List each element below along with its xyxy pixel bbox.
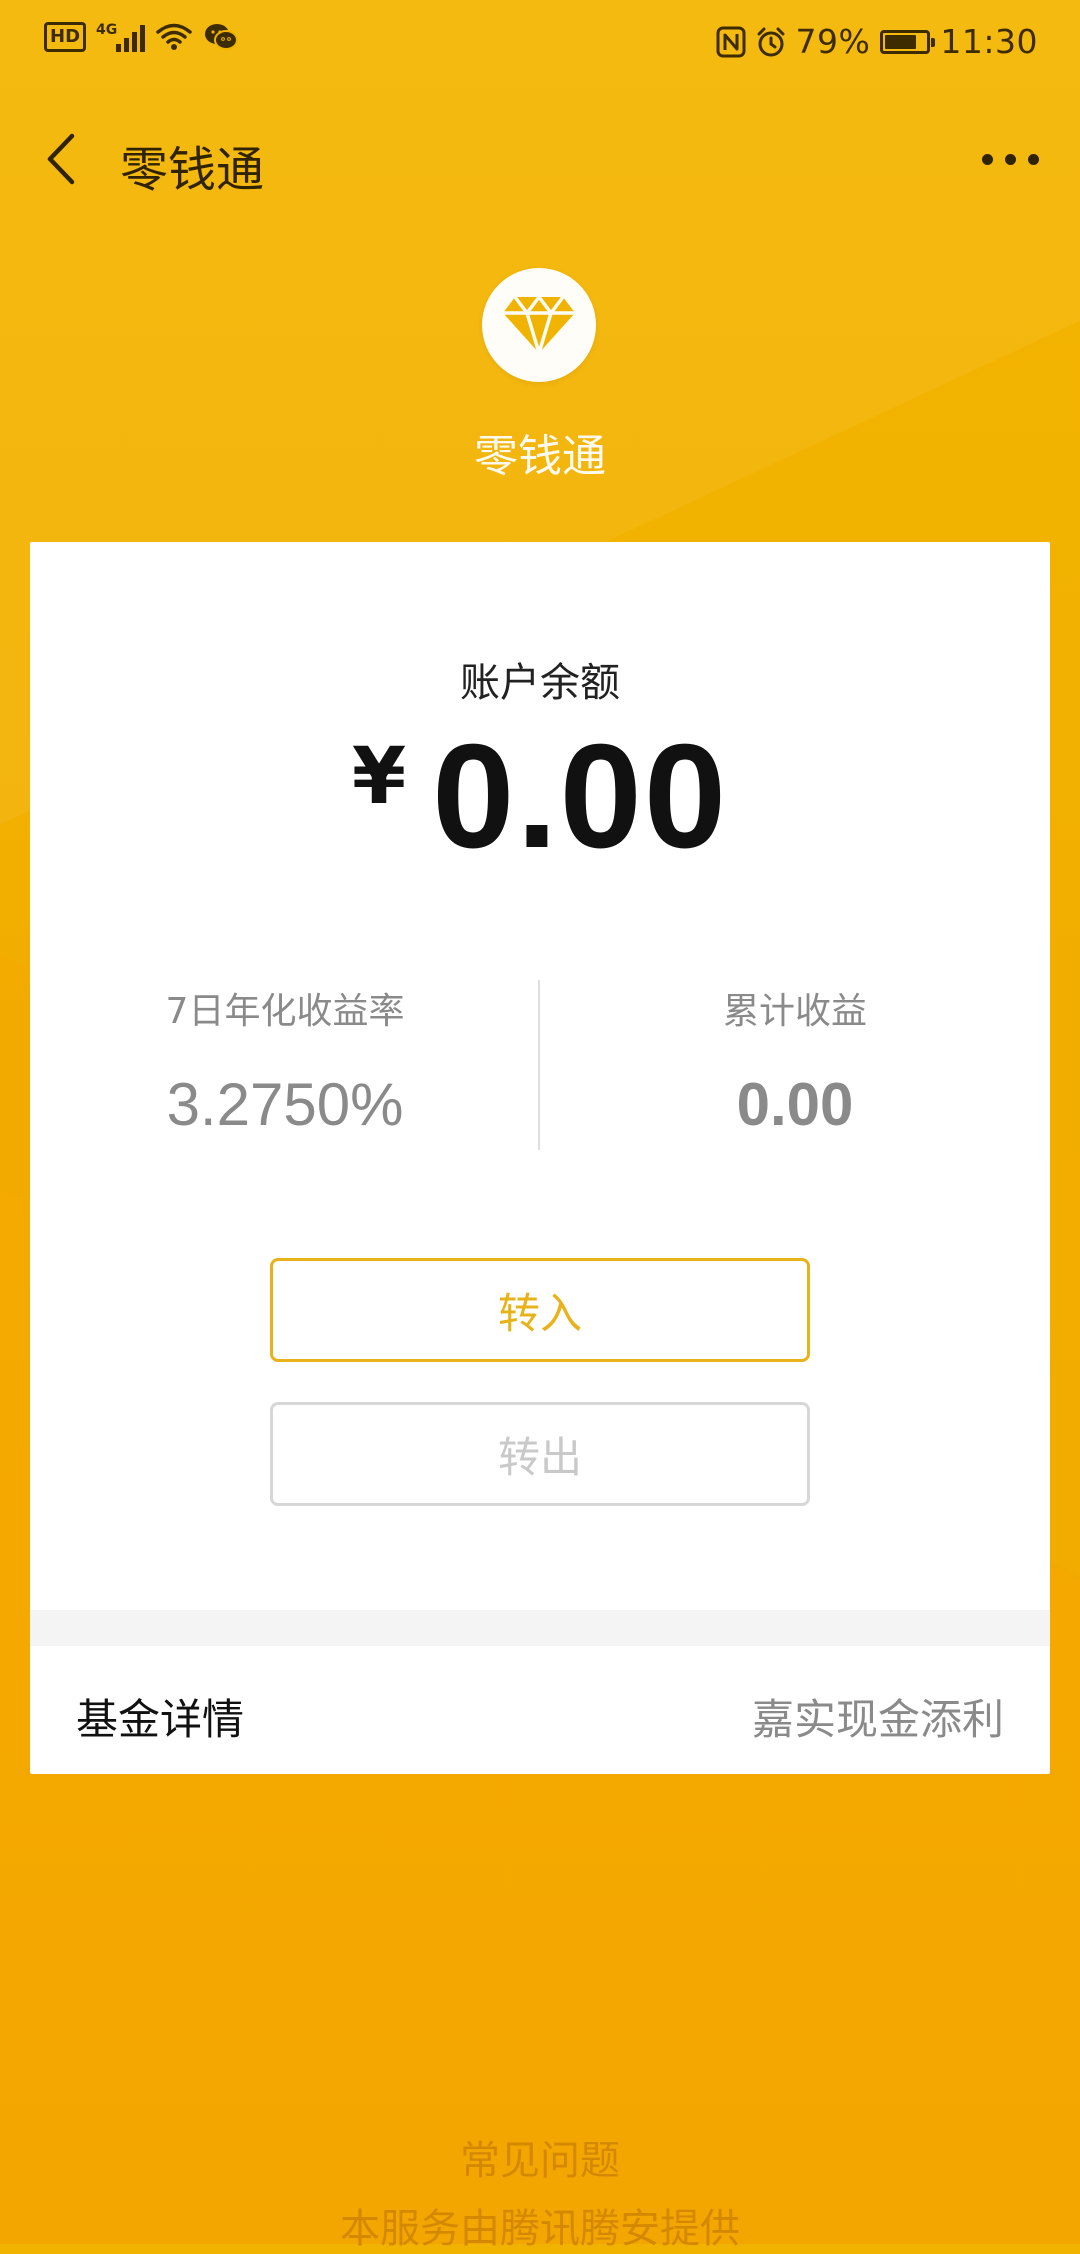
- more-dots-icon: [981, 153, 993, 165]
- earnings-stat[interactable]: 累计收益 0.00: [540, 982, 1050, 1139]
- provider-note: 本服务由腾讯腾安提供: [340, 2206, 740, 2252]
- product-logo: [482, 268, 596, 382]
- faq-link[interactable]: 常见问题: [0, 2128, 1080, 2186]
- stats-row: 7日年化收益率 3.2750% 累计收益 0.00: [30, 980, 1050, 1152]
- status-bar: HD 4G 79% 11:30: [0, 0, 1080, 90]
- battery-fill: [885, 34, 917, 49]
- transfer-in-button[interactable]: 转入: [270, 1258, 810, 1362]
- yield-value: 3.2750%: [166, 1071, 404, 1138]
- balance-row: ¥0.00: [30, 722, 1050, 872]
- wifi-icon: [156, 23, 192, 50]
- chevron-left-icon: [47, 133, 75, 185]
- status-bar-left: HD 4G: [44, 22, 239, 52]
- transfer-out-button[interactable]: 转出: [270, 1402, 810, 1506]
- earnings-value: 0.00: [736, 1071, 854, 1138]
- product-name: 零钱通: [474, 431, 606, 482]
- balance-label: 账户余额: [460, 660, 620, 706]
- hd-icon: HD: [44, 22, 87, 52]
- back-button[interactable]: [30, 124, 100, 194]
- alarm-icon: [757, 27, 785, 56]
- fund-details-row[interactable]: 基金详情 嘉实现金添利: [30, 1646, 1050, 1774]
- fund-name: 嘉实现金添利: [751, 1695, 1004, 1744]
- balance-amount: 0.00: [432, 714, 729, 879]
- wechat-icon: [205, 24, 239, 50]
- battery-percent: 79%: [795, 22, 871, 61]
- account-card: 账户余额 ¥0.00 7日年化收益率 3.2750% 累计收益 0.00 转入 …: [30, 542, 1050, 1774]
- nfc-icon: [716, 26, 746, 57]
- yield-label: 7日年化收益率: [165, 991, 405, 1032]
- fund-details-label: 基金详情: [76, 1695, 245, 1744]
- network-type: 4G: [96, 22, 118, 38]
- signal-icon: 4G: [96, 22, 146, 52]
- yield-stat[interactable]: 7日年化收益率 3.2750%: [30, 982, 540, 1139]
- status-bar-right: 79% 11:30: [716, 22, 1038, 61]
- clock: 11:30: [940, 22, 1038, 61]
- currency-symbol: ¥: [351, 732, 407, 822]
- section-divider: [30, 1610, 1050, 1646]
- diamond-icon: [503, 295, 575, 355]
- earnings-label: 累计收益: [722, 991, 867, 1032]
- page-title: 零钱通: [120, 142, 265, 198]
- nav-bar: 零钱通: [0, 100, 1080, 220]
- battery-icon: [880, 29, 936, 54]
- more-button[interactable]: [970, 124, 1050, 194]
